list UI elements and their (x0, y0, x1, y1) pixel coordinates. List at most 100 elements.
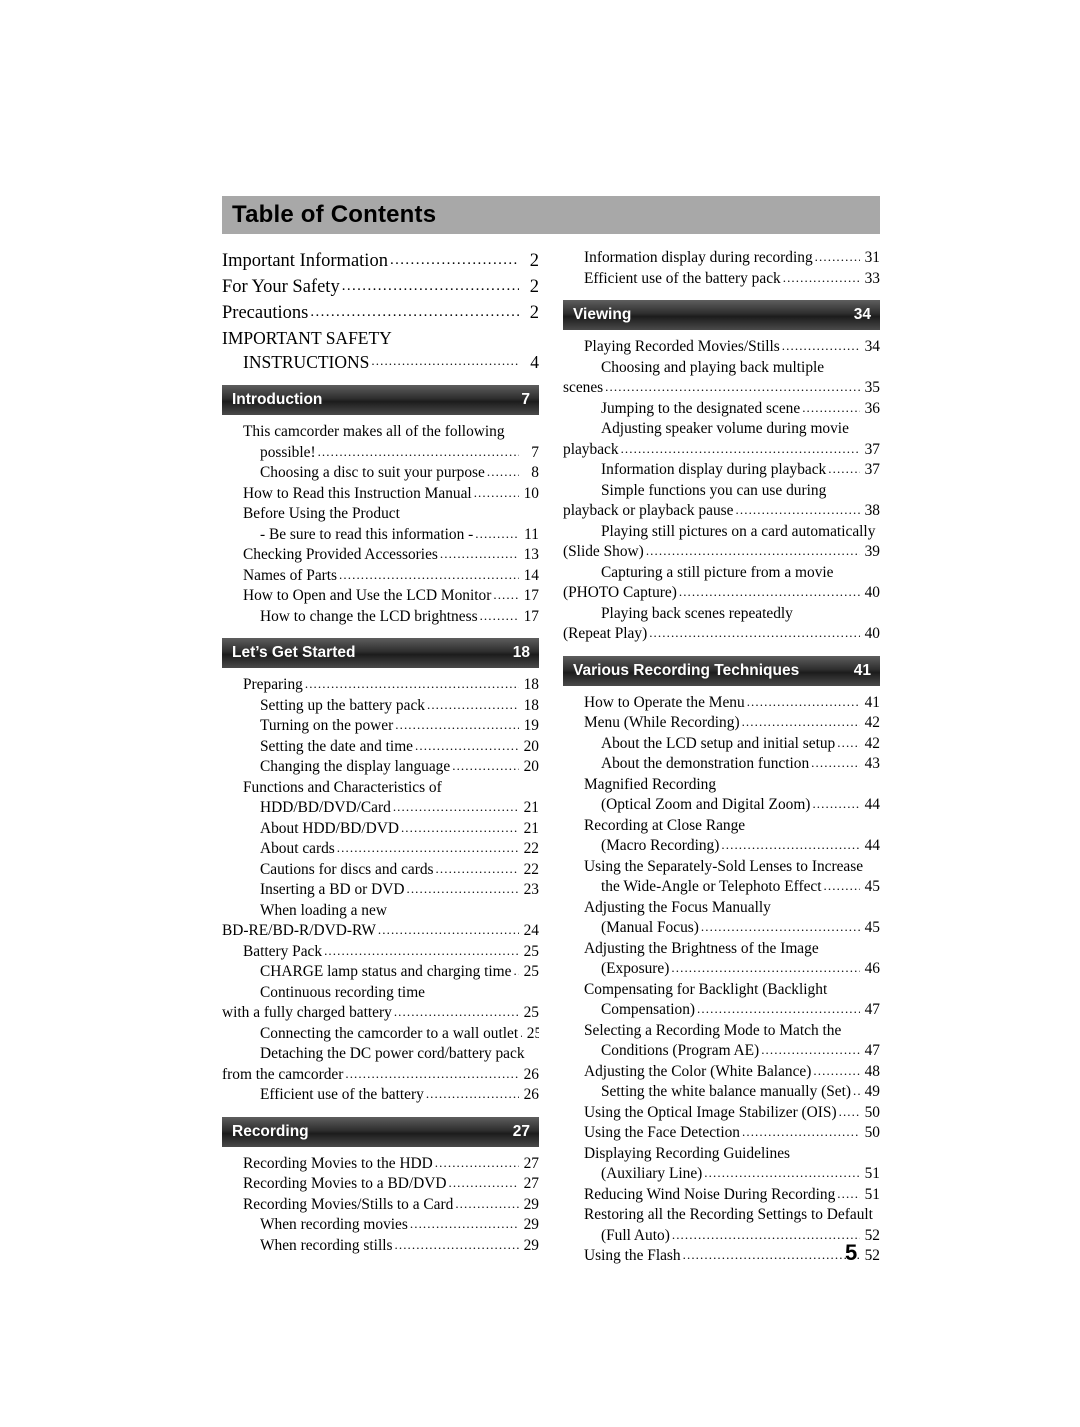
toc-leader-dots: ........................................… (837, 734, 860, 750)
toc-entry[interactable]: Inserting a BD or DVD...................… (222, 880, 539, 901)
toc-entry[interactable]: Changing the display language...........… (222, 757, 539, 778)
toc-entry[interactable]: Preparing...............................… (222, 675, 539, 696)
toc-entry[interactable]: About HDD/BD/DVD........................… (222, 819, 539, 840)
toc-entry[interactable]: Turning on the power....................… (222, 716, 539, 737)
toc-entry[interactable]: Reducing Wind Noise During Recording....… (563, 1185, 880, 1206)
toc-section-header[interactable]: Various Recording Techniques 41 (563, 655, 880, 686)
toc-entry-label: Important Information (222, 251, 388, 271)
toc-entry[interactable]: Connecting the camcorder to a wall outle… (222, 1024, 539, 1045)
toc-entry[interactable]: Setting up the battery pack.............… (222, 696, 539, 717)
toc-entry[interactable]: (Repeat Play)...........................… (563, 624, 880, 645)
toc-entry[interactable]: Using the Flash.........................… (563, 1246, 880, 1267)
toc-entry[interactable]: Names of Parts..........................… (222, 566, 539, 587)
toc-entry[interactable]: (Macro Recording).......................… (563, 836, 880, 857)
toc-entry[interactable]: Recording Movies to the HDD.............… (222, 1154, 539, 1175)
toc-entry[interactable]: with a fully charged battery............… (222, 1003, 539, 1024)
toc-entry[interactable]: When loading a new......................… (222, 901, 539, 922)
toc-entry[interactable]: Efficient use of the battery pack.......… (563, 269, 880, 290)
toc-entry[interactable]: Choosing and playing back multiple......… (563, 358, 880, 379)
toc-entry[interactable]: About cards.............................… (222, 839, 539, 860)
toc-entry[interactable]: Recording Movies/Stills to a Card.......… (222, 1195, 539, 1216)
toc-section-header[interactable]: Let’s Get Started 18 (222, 638, 539, 668)
toc-entry[interactable]: For Your Safety.........................… (222, 274, 539, 300)
toc-entry[interactable]: Important Information...................… (222, 248, 539, 274)
toc-entry[interactable]: Using the Face Detection................… (563, 1123, 880, 1144)
toc-entry[interactable]: Using the Separately-Sold Lenses to Incr… (563, 857, 880, 878)
toc-entry[interactable]: Using the Optical Image Stabilizer (OIS)… (563, 1103, 880, 1124)
toc-entry[interactable]: Adjusting speaker volume during movie...… (563, 419, 880, 440)
toc-entry[interactable]: About the demonstration function........… (563, 754, 880, 775)
toc-entry[interactable]: Compensation)...........................… (563, 1000, 880, 1021)
toc-entry[interactable]: Setting the white balance manually (Set)… (563, 1082, 880, 1103)
toc-section-header[interactable]: Viewing 34 (563, 300, 880, 330)
toc-entry[interactable]: When recording movies...................… (222, 1215, 539, 1236)
toc-entry[interactable]: This camcorder makes all of the followin… (222, 422, 539, 443)
toc-entry[interactable]: HDD/BD/DVD/Card.........................… (222, 798, 539, 819)
toc-entry-page: 47 (864, 1001, 880, 1018)
toc-entry[interactable]: Jumping to the designated scene.........… (563, 399, 880, 420)
toc-entry[interactable]: Displaying Recording Guidelines.........… (563, 1144, 880, 1165)
toc-entry[interactable]: possible!...............................… (222, 443, 539, 464)
toc-entry[interactable]: Detaching the DC power cord/battery pack… (222, 1044, 539, 1065)
toc-entry[interactable]: Information display during playback.....… (563, 460, 880, 481)
toc-leader-dots: ........................................… (697, 1001, 860, 1016)
toc-entry[interactable]: Efficient use of the battery............… (222, 1085, 539, 1106)
toc-entry[interactable]: Simple functions you can use during.....… (563, 481, 880, 502)
toc-entry[interactable]: Information display during recording....… (563, 248, 880, 269)
toc-entry[interactable]: (PHOTO Capture).........................… (563, 583, 880, 604)
toc-entry[interactable]: Continuous recording time...............… (222, 983, 539, 1004)
toc-entry[interactable]: Functions and Characteristics of........… (222, 778, 539, 799)
toc-entry[interactable]: Menu (While Recording)..................… (563, 713, 880, 734)
toc-entry[interactable]: Magnified Recording.....................… (563, 775, 880, 796)
toc-entry[interactable]: (Slide Show)............................… (563, 542, 880, 563)
toc-entry[interactable]: Adjusting the Focus Manually............… (563, 898, 880, 919)
toc-entry[interactable]: CHARGE lamp status and charging time....… (222, 962, 539, 983)
toc-entry[interactable]: Playing Recorded Movies/Stills..........… (563, 337, 880, 358)
toc-entry[interactable]: Playing still pictures on a card automat… (563, 522, 880, 543)
toc-entry-label: Choosing a disc to suit your purpose (260, 464, 485, 481)
toc-columns: Important Information...................… (222, 248, 880, 1267)
toc-entry[interactable]: the Wide-Angle or Telephoto Effect......… (563, 877, 880, 898)
toc-entry[interactable]: (Manual Focus)..........................… (563, 918, 880, 939)
toc-entry[interactable]: How to change the LCD brightness........… (222, 607, 539, 628)
toc-entry[interactable]: Restoring all the Recording Settings to … (563, 1205, 880, 1226)
toc-entry[interactable]: scenes..................................… (563, 378, 880, 399)
toc-entry-label: Playing back scenes repeatedly (601, 604, 793, 622)
toc-entry[interactable]: Recording at Close Range................… (563, 816, 880, 837)
toc-entry[interactable]: IMPORTANT SAFETY........................… (222, 326, 539, 350)
toc-entry[interactable]: - Be sure to read this information -....… (222, 525, 539, 546)
toc-entry[interactable]: BD-RE/BD-R/DVD-RW.......................… (222, 921, 539, 942)
toc-entry[interactable]: playback or playback pause..............… (563, 501, 880, 522)
toc-entry[interactable]: Selecting a Recording Mode to Match the.… (563, 1021, 880, 1042)
toc-section-header[interactable]: Recording 27 (222, 1116, 539, 1147)
toc-entry[interactable]: Setting the date and time...............… (222, 737, 539, 758)
toc-entry[interactable]: How to Read this Instruction Manual.....… (222, 484, 539, 505)
toc-entry[interactable]: When recording stills...................… (222, 1236, 539, 1257)
toc-entry[interactable]: (Optical Zoom and Digital Zoom).........… (563, 795, 880, 816)
toc-entry[interactable]: Conditions (Program AE).................… (563, 1041, 880, 1062)
toc-entry[interactable]: (Full Auto).............................… (563, 1226, 880, 1247)
toc-entry[interactable]: Playing back scenes repeatedly..........… (563, 604, 880, 625)
toc-entry[interactable]: Capturing a still picture from a movie..… (563, 563, 880, 584)
toc-entry[interactable]: How to Open and Use the LCD Monitor.....… (222, 586, 539, 607)
toc-entry[interactable]: How to Operate the Menu.................… (563, 693, 880, 714)
toc-entry[interactable]: playback................................… (563, 440, 880, 461)
toc-entry[interactable]: Recording Movies to a BD/DVD............… (222, 1174, 539, 1195)
toc-entry[interactable]: Battery Pack............................… (222, 942, 539, 963)
toc-entry[interactable]: Adjusting the Brightness of the Image...… (563, 939, 880, 960)
toc-entry[interactable]: Adjusting the Color (White Balance).....… (563, 1062, 880, 1083)
toc-entry[interactable]: (Exposure)..............................… (563, 959, 880, 980)
toc-entry[interactable]: Compensating for Backlight (Backlight...… (563, 980, 880, 1001)
toc-entry-page: 47 (864, 1042, 880, 1059)
toc-entry[interactable]: from the camcorder......................… (222, 1065, 539, 1086)
toc-entry[interactable]: Precautions.............................… (222, 300, 539, 326)
toc-section-header[interactable]: Introduction 7 (222, 385, 539, 415)
toc-entry[interactable]: (Auxiliary Line)........................… (563, 1164, 880, 1185)
toc-entry[interactable]: Before Using the Product................… (222, 504, 539, 525)
toc-entry[interactable]: Cautions for discs and cards............… (222, 860, 539, 881)
toc-entry[interactable]: About the LCD setup and initial setup...… (563, 734, 880, 755)
toc-entry[interactable]: Choosing a disc to suit your purpose....… (222, 463, 539, 484)
toc-entry-label: Detaching the DC power cord/battery pack (260, 1045, 525, 1062)
toc-entry[interactable]: INSTRUCTIONS............................… (222, 350, 539, 374)
toc-entry[interactable]: Checking Provided Accessories...........… (222, 545, 539, 566)
